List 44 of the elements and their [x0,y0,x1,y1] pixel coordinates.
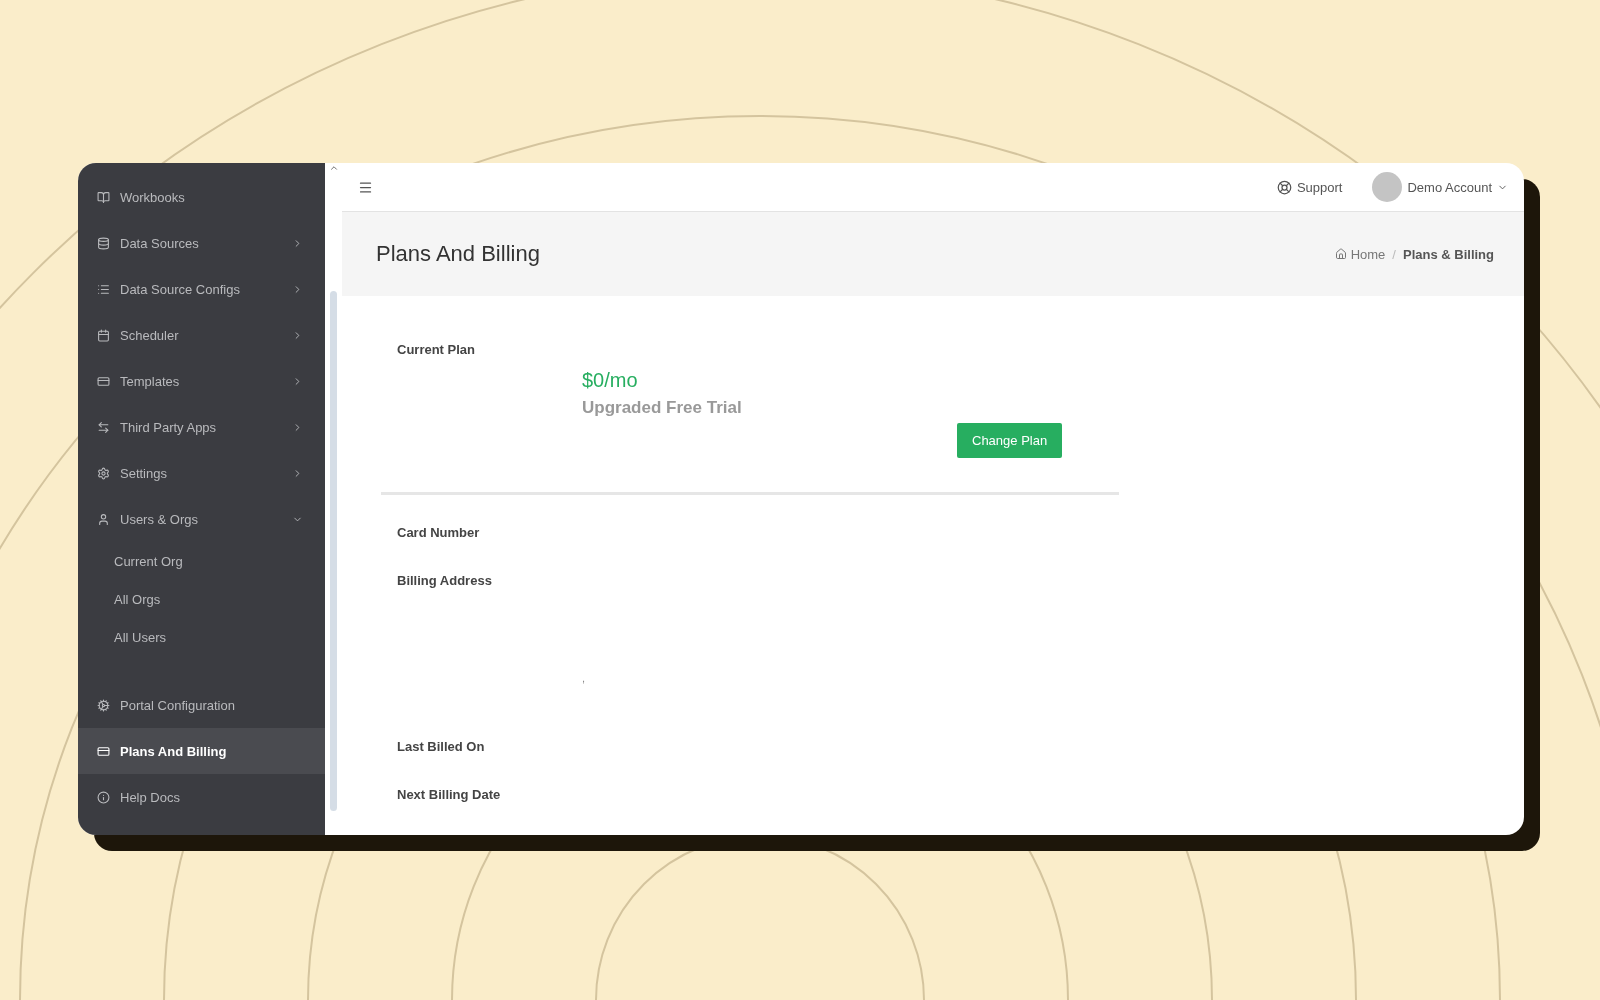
menu-item-icon [97,790,110,804]
sidebar-item[interactable]: Scheduler [78,312,325,358]
sidebar-subitem[interactable]: All Orgs [78,580,325,618]
sidebar-subitem[interactable]: Current Org [78,542,325,580]
menu-item-icon [97,374,110,388]
field-label: Current Plan [397,342,476,357]
account-menu[interactable]: Demo Account [1372,172,1508,203]
plan-name: Upgraded Free Trial [582,398,743,418]
breadcrumb-separator: / [1392,246,1396,262]
menu-item-icon [97,698,110,712]
sidebar-item[interactable]: Settings [78,450,325,496]
lifebuoy-icon [1276,179,1292,195]
plan-price: $0/mo [582,369,639,392]
sidebar-item[interactable]: Data Source Configs [78,266,325,312]
page-title: Plans And Billing [376,241,541,268]
sidebar-item[interactable]: Data Sources [78,220,325,266]
menu-item-icon [97,512,110,526]
scroll-up-icon[interactable] [328,163,339,173]
field-label: Card Number [397,525,481,540]
avatar [1372,172,1403,203]
sidebar-item[interactable]: Third Party Apps [78,404,325,450]
menu-item-icon [97,282,110,296]
menu-item-icon [97,236,110,250]
sidebar-item[interactable]: Portal Configuration [78,682,325,728]
sidebar-item[interactable]: Workbooks [78,174,325,220]
menu-icon[interactable] [358,179,373,195]
menu-item-icon [97,328,110,342]
support-link[interactable]: Support [1276,179,1343,195]
field-label: Billing Address [397,573,493,588]
sidebar-item[interactable]: Templates [78,358,325,404]
field-label: Last Billed On [397,739,486,754]
menu-item-icon [97,190,110,204]
menu-item-icon [97,420,110,434]
sidebar-item[interactable]: Users & Orgs [78,496,325,542]
menu-item-icon [97,466,110,480]
field-value: , [582,672,587,684]
sidebar-item[interactable]: Plans And Billing [78,728,325,774]
sidebar-item[interactable]: Help Docs [78,774,325,820]
menu-item-icon [97,744,110,758]
home-icon [1334,248,1347,261]
breadcrumb-link[interactable]: Plans & Billing [1403,246,1494,262]
breadcrumb-link[interactable]: Home [1334,246,1386,262]
sidebar-subitem[interactable]: All Users [78,618,325,656]
field-label: Next Billing Date [397,787,502,802]
